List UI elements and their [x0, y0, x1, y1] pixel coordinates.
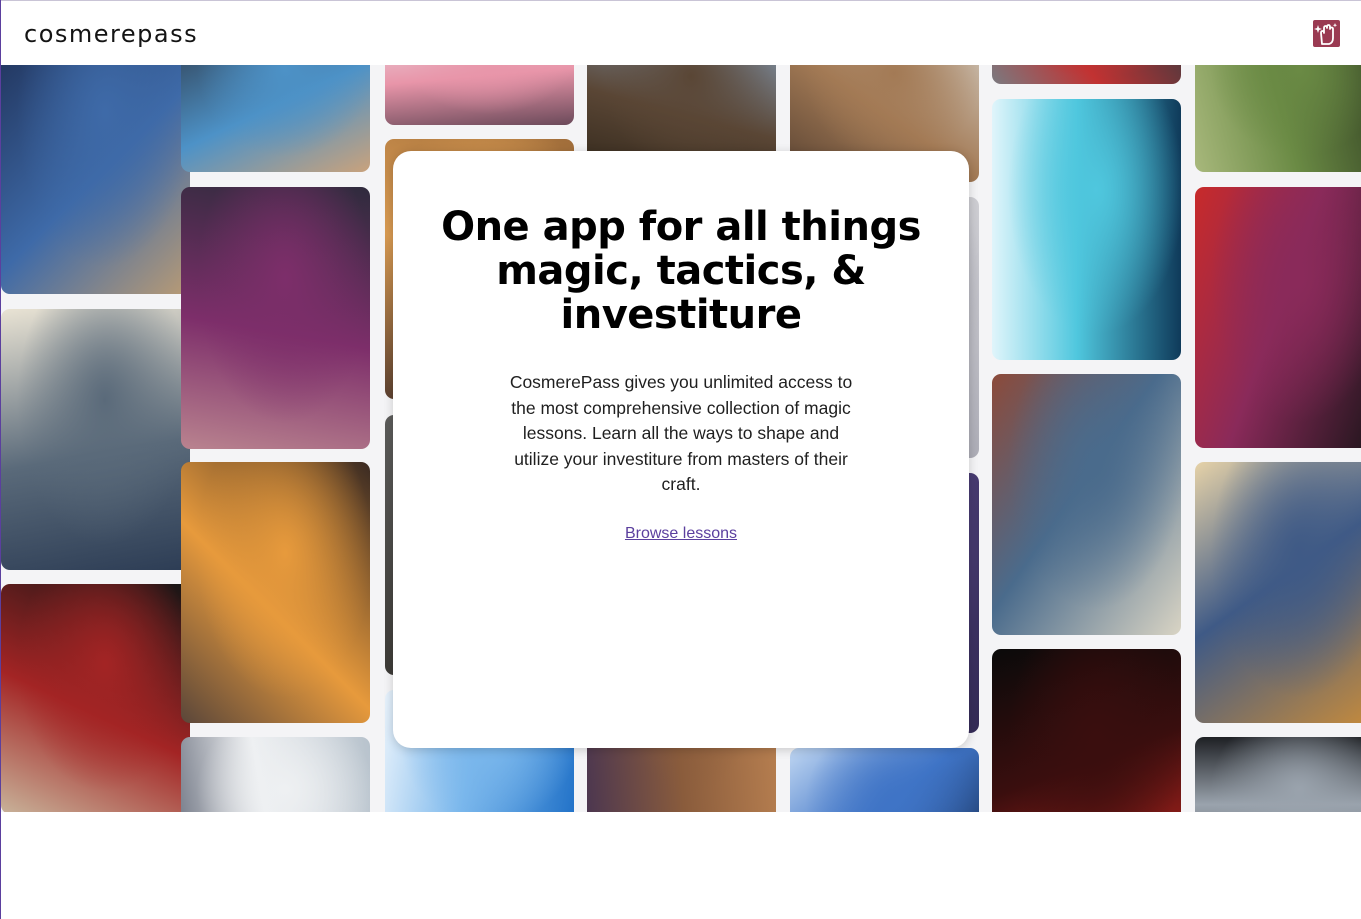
site-header: cosmerepass: [1, 1, 1361, 65]
card-jasnah-shadow[interactable]: [181, 187, 370, 449]
account-avatar-button[interactable]: [1313, 20, 1340, 47]
card-sunlit-dome[interactable]: [181, 737, 370, 812]
card-frost-blade[interactable]: [790, 748, 979, 812]
modal-title: One app for all things magic, tactics, &…: [441, 204, 921, 338]
card-crimson-void[interactable]: [992, 649, 1181, 812]
card-ribbon-spell[interactable]: [385, 65, 574, 125]
card-windrunner-flight[interactable]: [1, 65, 190, 294]
modal-description: CosmerePass gives you unlimited access t…: [509, 372, 853, 494]
intro-modal: One app for all things magic, tactics, &…: [393, 151, 969, 748]
card-shardplate-knight[interactable]: [1, 584, 190, 812]
hand-sparkle-icon: [1314, 23, 1338, 45]
card-burning-citadel[interactable]: [181, 462, 370, 723]
card-stained-glass-mage[interactable]: [992, 374, 1181, 635]
card-forest-spirit[interactable]: [1195, 65, 1361, 172]
brand-logo[interactable]: cosmerepass: [24, 20, 198, 48]
browse-lessons-link[interactable]: Browse lessons: [393, 525, 969, 543]
card-red-veins[interactable]: [992, 65, 1181, 84]
card-lightning-duel[interactable]: [181, 65, 370, 172]
card-lightweaver-storm[interactable]: [1195, 187, 1361, 448]
card-kaladin-spear[interactable]: [1, 309, 190, 570]
card-ashen-duel[interactable]: [1195, 737, 1361, 812]
card-storm-caller[interactable]: [992, 99, 1181, 360]
card-golden-swirl[interactable]: [1195, 462, 1361, 723]
